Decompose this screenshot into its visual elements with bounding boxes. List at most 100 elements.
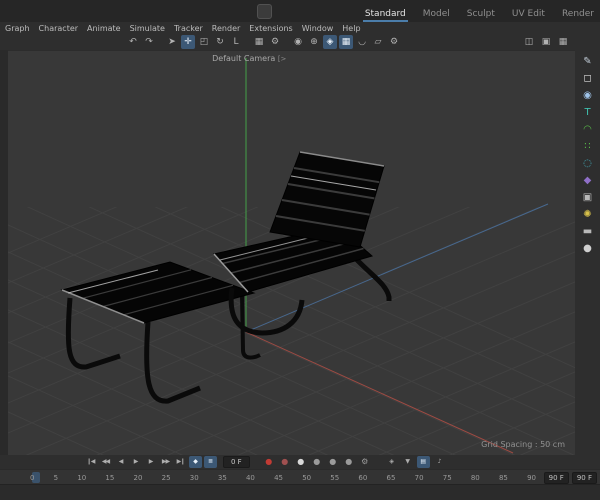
ruler-tick: 90 xyxy=(527,473,536,482)
menu-tracker[interactable]: Tracker xyxy=(174,24,203,33)
undo-icon[interactable]: ↶ xyxy=(126,35,140,49)
spline-pen-icon[interactable]: ✎ xyxy=(580,55,596,68)
timeline-extra-controls: ◈ ▼ ▤ ♪ xyxy=(385,456,446,468)
layout-tabs: Standard Model Sculpt UV Edit Render xyxy=(362,0,596,22)
keyframe-mode-toggle[interactable]: ◆ xyxy=(189,456,202,468)
tab-model[interactable]: Model xyxy=(421,6,452,22)
goto-end-button[interactable]: ▶❙ xyxy=(174,456,187,468)
ruler-tick: 20 xyxy=(133,473,143,482)
viewport-canvas[interactable] xyxy=(8,50,575,455)
render-view-icon[interactable]: ▦ xyxy=(252,35,266,49)
live-selection-icon[interactable]: ➤ xyxy=(165,35,179,49)
prev-key-button[interactable]: ◀◀ xyxy=(99,456,112,468)
autokey-toggle[interactable]: ● xyxy=(278,456,291,468)
volume-icon[interactable]: ◆ xyxy=(580,174,596,187)
axis-mode-icon[interactable]: ⊕ xyxy=(307,35,321,49)
magnet-icon[interactable]: ◡ xyxy=(355,35,369,49)
sound-toggle-icon[interactable]: ♪ xyxy=(433,456,446,468)
next-frame-button[interactable]: ▶ xyxy=(144,456,157,468)
tab-standard[interactable]: Standard xyxy=(362,6,408,22)
subdivision-surface-icon[interactable]: ◉ xyxy=(580,89,596,102)
menu-graph[interactable]: Graph xyxy=(5,24,30,33)
ruler-tick: 40 xyxy=(245,473,255,482)
move-tool-icon[interactable]: ✛ xyxy=(181,35,195,49)
record-param-toggle[interactable]: ● xyxy=(342,456,355,468)
cloner-icon[interactable]: ∷ xyxy=(580,140,596,153)
ruler-tick: 10 xyxy=(77,473,87,482)
material-icon[interactable]: ● xyxy=(580,242,596,255)
status-bar xyxy=(0,484,600,500)
ruler-tick: 15 xyxy=(105,473,115,482)
transport-controls: ❙◀ ◀◀ ◀ ▶ ▶ ▶▶ ▶❙ ◆ ≣ xyxy=(84,456,217,468)
top-bar: Standard Model Sculpt UV Edit Render xyxy=(0,0,600,22)
app-icon xyxy=(257,4,272,19)
right-tool-sidebar: ✎ ◻ ◉ T ◠ ∷ ◌ ◆ ▣ ✺ ▬ ● xyxy=(575,50,600,455)
tab-sculpt[interactable]: Sculpt xyxy=(465,6,497,22)
modeling-settings-icon[interactable]: ⚙ xyxy=(387,35,401,49)
quantize-icon[interactable]: ▦ xyxy=(339,35,353,49)
timeline-bar: ❙◀ ◀◀ ◀ ▶ ▶ ▶▶ ▶❙ ◆ ≣ 0 F ● ● ● ● ● ● ⚙ … xyxy=(0,455,600,469)
motext-icon[interactable]: T xyxy=(580,106,596,119)
menu-window[interactable]: Window xyxy=(302,24,334,33)
coordinate-system-icon[interactable]: L xyxy=(229,35,243,49)
track-mode-toggle[interactable]: ≣ xyxy=(204,456,217,468)
ruler-tick: 70 xyxy=(414,473,424,482)
ruler-tick: 25 xyxy=(161,473,171,482)
ruler-track[interactable]: 0 5 10 15 20 25 30 35 40 45 50 55 60 65 … xyxy=(30,470,536,485)
ruler-tick: 5 xyxy=(53,473,59,482)
tab-uv-edit[interactable]: UV Edit xyxy=(510,6,547,22)
mini-timeline-toggle[interactable]: ▤ xyxy=(416,456,430,468)
menu-simulate[interactable]: Simulate xyxy=(130,24,165,33)
goto-start-button[interactable]: ❙◀ xyxy=(84,456,97,468)
lock-icon[interactable]: ◉ xyxy=(291,35,305,49)
floor-icon[interactable]: ▬ xyxy=(580,225,596,238)
camera-menu-caret[interactable]: [> xyxy=(278,55,287,63)
camera-label[interactable]: Default Camera [> xyxy=(212,54,286,63)
snap-icon[interactable]: ◈ xyxy=(323,35,337,49)
end-frame-field[interactable]: 90 F xyxy=(543,472,569,484)
rotate-tool-icon[interactable]: ↻ xyxy=(213,35,227,49)
menu-animate[interactable]: Animate xyxy=(87,24,121,33)
menu-render[interactable]: Render xyxy=(212,24,240,33)
ruler-tick: 60 xyxy=(358,473,368,482)
redo-icon[interactable]: ↷ xyxy=(142,35,156,49)
ruler-tick: 80 xyxy=(470,473,480,482)
layout-panel-icon[interactable]: ▦ xyxy=(556,35,570,49)
ruler-tick: 30 xyxy=(189,473,199,482)
prev-frame-button[interactable]: ◀ xyxy=(114,456,127,468)
record-position-toggle[interactable]: ● xyxy=(294,456,307,468)
ruler-tick: 35 xyxy=(217,473,227,482)
light-icon[interactable]: ✺ xyxy=(580,208,596,221)
viewport[interactable]: Default Camera [> Grid Spacing : 50 cm xyxy=(8,50,575,455)
ruler-tick: 55 xyxy=(330,473,340,482)
frame-ruler[interactable]: 0 5 10 15 20 25 30 35 40 45 50 55 60 65 … xyxy=(0,469,600,485)
menu-help[interactable]: Help xyxy=(342,24,360,33)
record-scale-toggle[interactable]: ● xyxy=(310,456,323,468)
menu-extensions[interactable]: Extensions xyxy=(249,24,292,33)
cube-primitive-icon[interactable]: ◻ xyxy=(580,72,596,85)
ruler-tick: 0 xyxy=(30,473,35,482)
menu-character[interactable]: Character xyxy=(39,24,79,33)
record-key-button[interactable]: ● xyxy=(262,456,275,468)
tab-render[interactable]: Render xyxy=(560,6,596,22)
cinema4d-window: Standard Model Sculpt UV Edit Render Gra… xyxy=(0,0,600,500)
tool-bar: ↶ ↷ ➤ ✛ ◰ ↻ L ▦ ⚙ ◉ ⊕ ◈ ▦ ◡ ▱ ⚙ ◫ ▣ ▦ xyxy=(0,34,600,51)
scale-tool-icon[interactable]: ◰ xyxy=(197,35,211,49)
ruler-tick: 75 xyxy=(442,473,452,482)
workplane-icon[interactable]: ▱ xyxy=(371,35,385,49)
keyframe-selection-icon[interactable]: ◈ xyxy=(385,456,398,468)
record-rotation-toggle[interactable]: ● xyxy=(326,456,339,468)
keyframe-settings-icon[interactable]: ⚙ xyxy=(358,456,371,468)
render-settings-icon[interactable]: ⚙ xyxy=(268,35,282,49)
field-icon[interactable]: ◌ xyxy=(580,157,596,170)
play-button[interactable]: ▶ xyxy=(129,456,142,468)
camera-icon[interactable]: ▣ xyxy=(580,191,596,204)
layout-quad-view-icon[interactable]: ▣ xyxy=(539,35,553,49)
record-controls: ● ● ● ● ● ● ⚙ xyxy=(262,456,371,468)
range-frame-field[interactable]: 90 F xyxy=(571,472,597,484)
current-frame-field[interactable]: 0 F xyxy=(223,456,250,468)
bend-deformer-icon[interactable]: ◠ xyxy=(580,123,596,136)
marker-icon[interactable]: ▼ xyxy=(401,456,414,468)
layout-single-view-icon[interactable]: ◫ xyxy=(522,35,536,49)
next-key-button[interactable]: ▶▶ xyxy=(159,456,172,468)
